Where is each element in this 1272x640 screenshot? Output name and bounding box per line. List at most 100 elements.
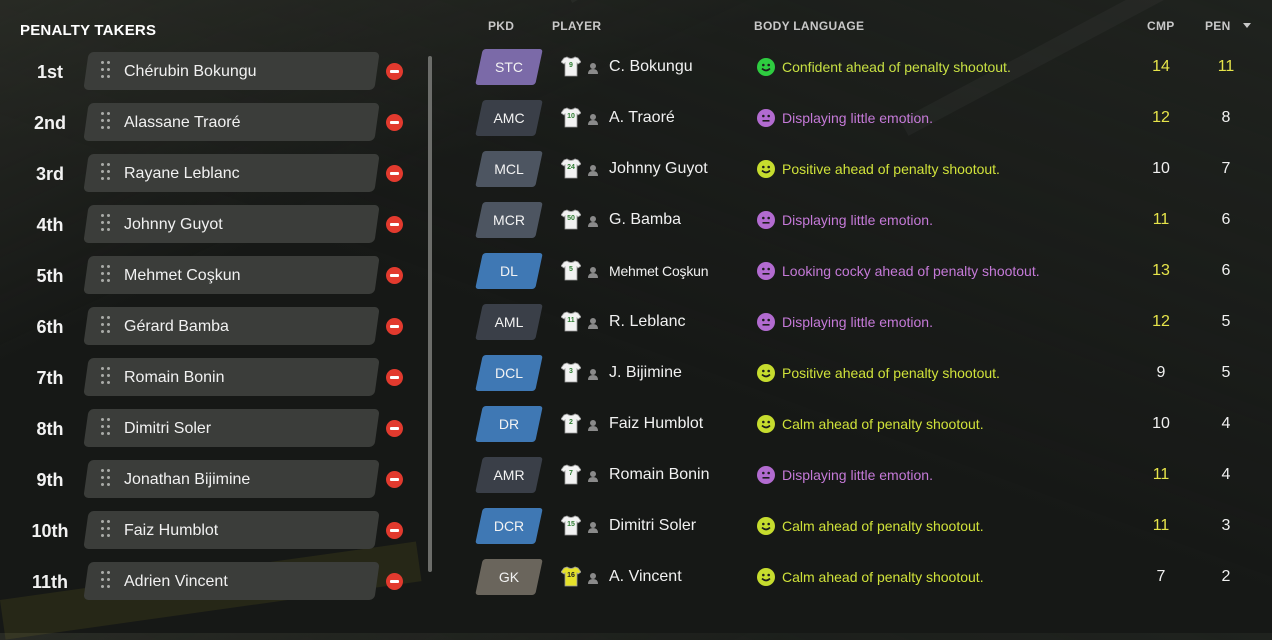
person-icon xyxy=(587,61,599,74)
drag-handle-icon[interactable] xyxy=(101,367,113,387)
remove-taker-button[interactable] xyxy=(386,573,403,590)
person-icon xyxy=(587,112,599,125)
shirt-number: 5 xyxy=(569,266,573,273)
composure-value: 10 xyxy=(1152,160,1170,177)
scrollbar[interactable] xyxy=(428,56,432,572)
player-row[interactable]: DL 5 Mehmet Coşkun Looking cocky ahead o… xyxy=(470,252,1260,303)
remove-taker-button[interactable] xyxy=(386,114,403,131)
neutral-purple-icon xyxy=(757,211,775,229)
drag-handle-icon[interactable] xyxy=(101,316,113,336)
position-label: MCR xyxy=(493,212,525,228)
penalty-taker-row[interactable]: 2nd Alassane Traoré xyxy=(0,101,420,145)
player-name[interactable]: A. Traoré xyxy=(609,99,675,137)
body-language-text: Positive ahead of penalty shootout. xyxy=(782,365,1000,381)
shirt-icon: 15 xyxy=(561,515,581,536)
column-header-player[interactable]: PLAYER xyxy=(552,19,601,33)
remove-taker-button[interactable] xyxy=(386,522,403,539)
composure-value: 9 xyxy=(1156,364,1166,381)
person-icon xyxy=(587,469,599,482)
remove-taker-button[interactable] xyxy=(386,63,403,80)
body-language-text: Displaying little emotion. xyxy=(782,314,933,330)
penalty-taker-row[interactable]: 4th Johnny Guyot xyxy=(0,203,420,247)
player-name[interactable]: Romain Bonin xyxy=(609,456,710,494)
penalty-taker-row[interactable]: 9th Jonathan Bijimine xyxy=(0,458,420,502)
player-row[interactable]: STC 9 C. Bokungu Confident ahead of pena… xyxy=(470,48,1260,99)
person-icon xyxy=(587,367,599,380)
player-name[interactable]: G. Bamba xyxy=(609,201,681,239)
player-row[interactable]: AMR 7 Romain Bonin Displaying little emo… xyxy=(470,456,1260,507)
player-name[interactable]: Mehmet Coşkun xyxy=(609,252,709,290)
player-name[interactable]: R. Leblanc xyxy=(609,303,686,341)
shirt-number: 16 xyxy=(567,572,575,579)
player-row[interactable]: DCR 15 Dimitri Soler Calm ahead of penal… xyxy=(470,507,1260,558)
player-row[interactable]: GK 16 A. Vincent Calm ahead of penalty s… xyxy=(470,558,1260,609)
remove-taker-button[interactable] xyxy=(386,369,403,386)
taker-rank: 3rd xyxy=(35,164,64,184)
penalty-taker-row[interactable]: 11th Adrien Vincent xyxy=(0,560,420,604)
penalty-taker-row[interactable]: 8th Dimitri Soler xyxy=(0,407,420,451)
drag-handle-icon[interactable] xyxy=(101,112,113,132)
position-label: DL xyxy=(500,263,518,279)
position-label: DCR xyxy=(493,518,525,534)
taker-name: Adrien Vincent xyxy=(124,573,228,590)
remove-taker-button[interactable] xyxy=(386,267,403,284)
player-row[interactable]: MCR 50 G. Bamba Displaying little emotio… xyxy=(470,201,1260,252)
penalty-taker-row[interactable]: 7th Romain Bonin xyxy=(0,356,420,400)
person-icon xyxy=(587,418,599,431)
remove-taker-button[interactable] xyxy=(386,318,403,335)
remove-taker-button[interactable] xyxy=(386,216,403,233)
taker-rank: 9th xyxy=(36,470,64,490)
penalty-taker-row[interactable]: 1st Chérubin Bokungu xyxy=(0,50,420,94)
shirt-icon: 16 xyxy=(561,566,581,587)
player-name[interactable]: Faiz Humblot xyxy=(609,405,703,443)
shirt-icon: 50 xyxy=(561,209,581,230)
penalty-value: 11 xyxy=(1217,58,1235,75)
penalty-value: 5 xyxy=(1221,364,1231,381)
column-header-body-language[interactable]: BODY LANGUAGE xyxy=(754,19,864,33)
position-label: DCL xyxy=(494,365,523,381)
player-row[interactable]: DCL 3 J. Bijimine Positive ahead of pena… xyxy=(470,354,1260,405)
penalty-taker-row[interactable]: 5th Mehmet Coşkun xyxy=(0,254,420,298)
penalty-taker-row[interactable]: 3rd Rayane Leblanc xyxy=(0,152,420,196)
player-name[interactable]: C. Bokungu xyxy=(609,48,693,86)
remove-taker-button[interactable] xyxy=(386,420,403,437)
taker-rank: 5th xyxy=(36,266,64,286)
taker-rank: 11th xyxy=(31,572,69,592)
penalty-taker-row[interactable]: 10th Faiz Humblot xyxy=(0,509,420,553)
remove-taker-button[interactable] xyxy=(386,471,403,488)
sort-down-icon[interactable] xyxy=(1243,23,1251,28)
drag-handle-icon[interactable] xyxy=(101,418,113,438)
neutral-purple-icon xyxy=(757,109,775,127)
player-row[interactable]: AMC 10 A. Traoré Displaying little emoti… xyxy=(470,99,1260,150)
body-language-text: Calm ahead of penalty shootout. xyxy=(782,518,984,534)
smile-yellow-icon xyxy=(757,568,775,586)
shirt-icon: 10 xyxy=(561,107,581,128)
drag-handle-icon[interactable] xyxy=(101,520,113,540)
drag-handle-icon[interactable] xyxy=(101,214,113,234)
taker-name: Rayane Leblanc xyxy=(124,165,240,182)
column-header-pen[interactable]: PEN xyxy=(1205,19,1231,33)
taker-name: Alassane Traoré xyxy=(124,114,241,131)
player-name[interactable]: Dimitri Soler xyxy=(609,507,696,545)
person-icon xyxy=(587,163,599,176)
drag-handle-icon[interactable] xyxy=(101,571,113,591)
player-row[interactable]: MCL 24 Johnny Guyot Positive ahead of pe… xyxy=(470,150,1260,201)
drag-handle-icon[interactable] xyxy=(101,163,113,183)
taker-name: Romain Bonin xyxy=(124,369,225,386)
column-header-pkd[interactable]: PKD xyxy=(488,19,514,33)
player-name[interactable]: Johnny Guyot xyxy=(609,150,708,188)
player-row[interactable]: DR 2 Faiz Humblot Calm ahead of penalty … xyxy=(470,405,1260,456)
column-header-cmp[interactable]: CMP xyxy=(1147,19,1175,33)
player-name[interactable]: J. Bijimine xyxy=(609,354,682,392)
drag-handle-icon[interactable] xyxy=(101,61,113,81)
player-name[interactable]: A. Vincent xyxy=(609,558,682,596)
position-label: AML xyxy=(494,314,524,330)
shirt-icon: 3 xyxy=(561,362,581,383)
position-label: AMR xyxy=(493,467,525,483)
background-stripe xyxy=(560,0,1272,3)
drag-handle-icon[interactable] xyxy=(101,265,113,285)
drag-handle-icon[interactable] xyxy=(101,469,113,489)
penalty-taker-row[interactable]: 6th Gérard Bamba xyxy=(0,305,420,349)
player-row[interactable]: AML 11 R. Leblanc Displaying little emot… xyxy=(470,303,1260,354)
remove-taker-button[interactable] xyxy=(386,165,403,182)
